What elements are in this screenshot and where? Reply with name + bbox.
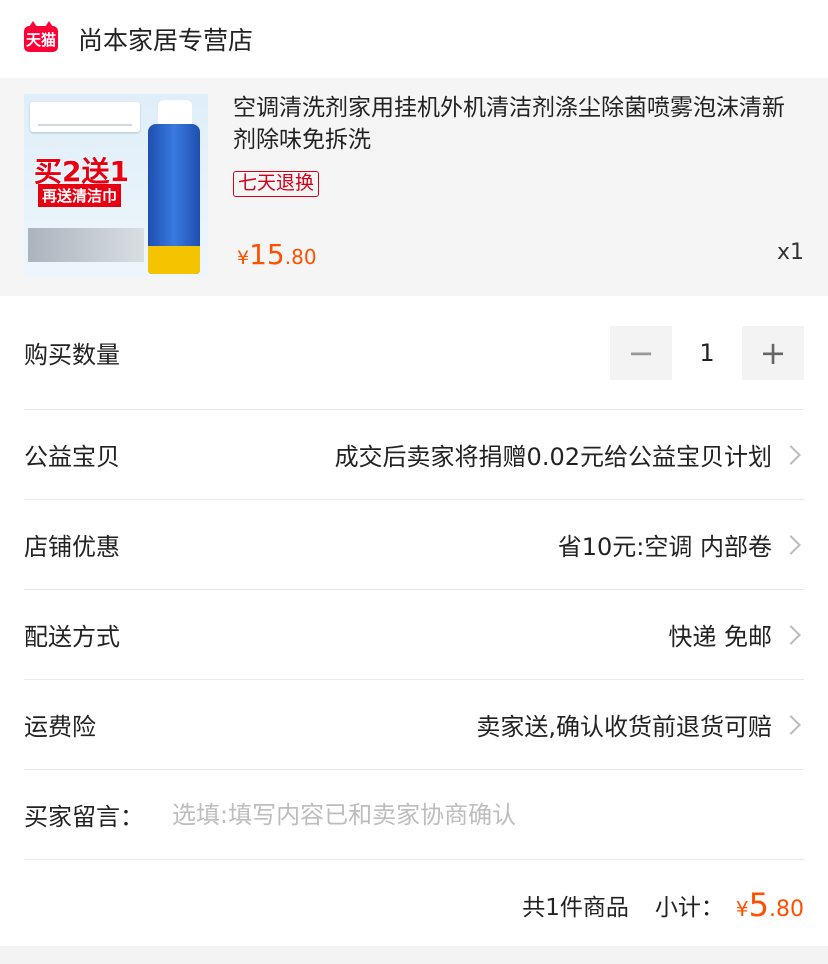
before-after-graphic — [28, 228, 144, 262]
price-integer: 15 — [249, 238, 285, 271]
product-card[interactable]: 买2送1 再送清洁巾 空调清洗剂家用挂机外机清洁剂涤尘除菌喷雾泡沫清新剂除味免拆… — [0, 78, 828, 296]
price-decimal: .80 — [284, 245, 317, 269]
subtotal-integer: 5 — [748, 886, 769, 924]
store-discount-label: 店铺优惠 — [24, 533, 120, 561]
buyer-message-label: 买家留言： — [24, 803, 144, 831]
tmall-logo: 天猫 — [24, 21, 58, 52]
chevron-right-icon — [781, 534, 801, 555]
quantity-label: 购买数量 — [24, 341, 120, 369]
charity-row[interactable]: 公益宝贝 成交后卖家将捐赠0.02元给公益宝贝计划 — [24, 410, 804, 500]
product-quantity: x1 — [776, 240, 804, 265]
air-conditioner-graphic — [30, 102, 140, 132]
subtotal-decimal: .80 — [769, 897, 804, 922]
buyer-message-row: 买家留言： — [24, 770, 804, 860]
quantity-row: 购买数量 − 1 + — [24, 296, 804, 410]
price-symbol: ¥ — [237, 247, 250, 269]
buyer-message-input[interactable] — [172, 800, 804, 829]
spray-can-graphic — [148, 124, 200, 274]
product-title[interactable]: 空调清洗剂家用挂机外机清洁剂涤尘除菌喷雾泡沫清新剂除味免拆洗 — [233, 92, 803, 156]
decrease-button[interactable]: − — [610, 325, 672, 380]
store-header[interactable]: 天猫 尚本家居专营店 — [0, 0, 828, 78]
shipping-insurance-value: 卖家送,确认收货前退货可赔 — [476, 713, 772, 741]
shipping-insurance-label: 运费险 — [24, 713, 96, 741]
product-price: ¥15.80 — [237, 238, 317, 271]
subtotal-symbol: ¥ — [735, 897, 749, 921]
chevron-right-icon — [781, 624, 801, 645]
chevron-right-icon — [781, 714, 801, 735]
increase-button[interactable]: + — [742, 325, 804, 380]
shipping-row[interactable]: 配送方式 快递 免邮 — [24, 590, 804, 680]
shipping-value: 快递 免邮 — [668, 623, 772, 651]
shipping-insurance-row[interactable]: 运费险 卖家送,确认收货前退货可赔 — [24, 680, 804, 770]
charity-value: 成交后卖家将捐赠0.02元给公益宝贝计划 — [334, 443, 772, 471]
subtotal-label: 小计： — [654, 895, 724, 921]
quantity-stepper[interactable]: − 1 + — [610, 325, 804, 380]
promo-subtext: 再送清洁巾 — [38, 184, 122, 207]
quantity-value[interactable]: 1 — [672, 339, 742, 367]
product-thumbnail[interactable]: 买2送1 再送清洁巾 — [24, 94, 208, 278]
order-subtotal: 共1件商品 小计： ¥5.80 — [24, 860, 804, 950]
section-divider — [0, 946, 828, 964]
shipping-label: 配送方式 — [24, 623, 120, 651]
charity-label: 公益宝贝 — [24, 443, 120, 471]
order-options: 购买数量 − 1 + 公益宝贝 成交后卖家将捐赠0.02元给公益宝贝计划 店铺优… — [0, 296, 828, 950]
subtotal-amount: ¥5.80 — [736, 886, 804, 924]
item-count: 共1件商品 — [522, 895, 629, 921]
store-discount-row[interactable]: 店铺优惠 省10元:空调 内部卷 — [24, 500, 804, 590]
tmall-logo-text: 天猫 — [25, 30, 56, 49]
store-discount-value: 省10元:空调 内部卷 — [557, 533, 772, 561]
store-name[interactable]: 尚本家居专营店 — [78, 21, 253, 57]
chevron-right-icon — [781, 444, 801, 465]
return-policy-badge: 七天退换 — [233, 171, 320, 197]
